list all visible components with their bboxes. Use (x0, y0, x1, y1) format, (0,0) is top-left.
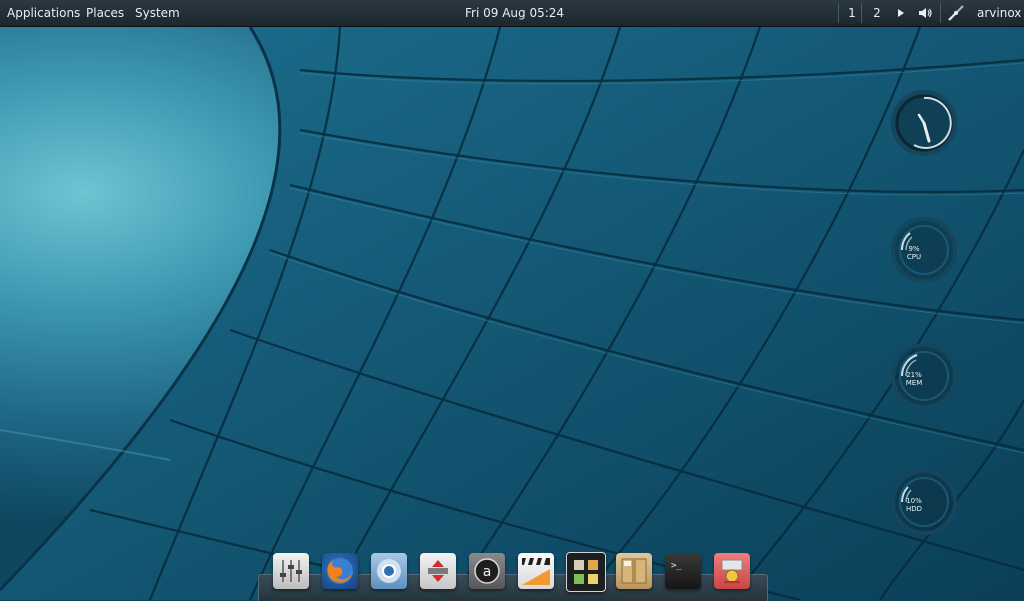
volume-icon[interactable] (917, 0, 933, 26)
hdd-label: HDD (905, 505, 923, 513)
utility-icon[interactable] (714, 553, 750, 589)
chromium-icon[interactable] (371, 553, 407, 589)
user-menu[interactable]: arvinox (977, 0, 1021, 26)
terminal-icon[interactable]: >_ (665, 553, 701, 589)
mem-gauge: 21% MEM (889, 341, 959, 411)
places-menu[interactable]: Places (86, 0, 124, 26)
network-icon[interactable] (946, 0, 966, 26)
mixer-icon[interactable] (273, 553, 309, 589)
panel-separator (861, 3, 862, 23)
workspace-2[interactable]: 2 (871, 0, 883, 26)
cpu-percent: 9% (908, 245, 920, 253)
video-editor-icon[interactable] (518, 553, 554, 589)
clock-gauge (889, 88, 959, 158)
panel-separator (940, 3, 941, 23)
firefox-icon[interactable] (322, 553, 358, 589)
panel-clock[interactable]: Fri 09 Aug 05:24 (465, 0, 564, 26)
amarok-icon[interactable]: a (469, 553, 505, 589)
analog-clock-icon (891, 90, 957, 156)
play-arrow-icon[interactable] (896, 0, 906, 26)
mem-percent: 21% (906, 371, 922, 379)
mem-label: MEM (905, 379, 923, 387)
applications-menu[interactable]: Applications (7, 0, 80, 26)
system-menu[interactable]: System (135, 0, 180, 26)
desktop-wallpaper (0, 0, 1024, 600)
sync-tool-icon[interactable] (420, 553, 456, 589)
archive-manager-icon[interactable] (616, 553, 652, 589)
panel-separator (838, 3, 839, 23)
top-panel: Applications Places System Fri 09 Aug 05… (0, 0, 1024, 27)
hdd-percent: 10% (906, 497, 922, 505)
cpu-label: CPU (906, 253, 922, 261)
hdd-gauge: 10% HDD (889, 467, 959, 537)
workspace-1[interactable]: 1 (846, 0, 858, 26)
file-manager-icon[interactable] (566, 552, 606, 592)
svg-text:>_: >_ (671, 561, 682, 571)
svg-text:a: a (483, 564, 492, 580)
cpu-gauge: 9% CPU (889, 215, 959, 285)
